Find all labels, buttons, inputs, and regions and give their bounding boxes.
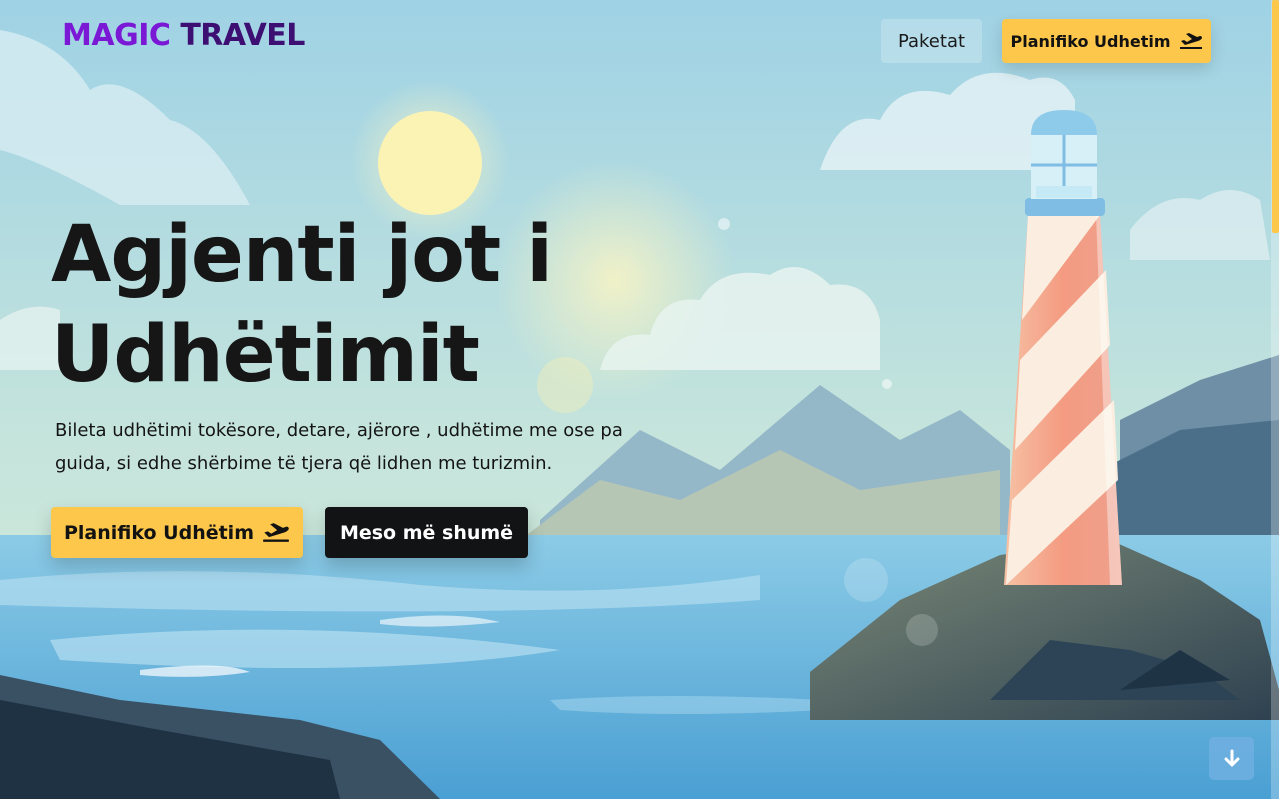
plane-departure-icon: [1179, 33, 1202, 49]
arrow-down-icon: [1224, 749, 1239, 766]
logo-word-travel: TRAVEL: [180, 18, 305, 53]
hero-description-line2: guida, si edhe shërbime të tjera që lidh…: [55, 453, 553, 474]
hero-title-line2: Udhëtimit: [51, 310, 480, 400]
nav-packages-label: Paketat: [897, 30, 966, 52]
nav-packages-link[interactable]: Paketat: [881, 19, 982, 63]
hero-title-line1: Agjenti jot i: [51, 210, 553, 300]
scroll-down-button[interactable]: [1209, 737, 1254, 780]
hero-description: Bileta udhëtimi tokësore, detare, ajëror…: [55, 414, 655, 480]
nav-plan-trip-label: Planifiko Udhetim: [1010, 31, 1171, 51]
hero-plan-trip-button[interactable]: Planifiko Udhëtim: [51, 507, 303, 558]
plane-departure-icon: [263, 523, 289, 542]
site-logo[interactable]: MAGIC TRAVEL: [62, 18, 305, 53]
logo-word-magic: MAGIC: [62, 18, 171, 53]
learn-more-label: Meso më shumë: [339, 521, 514, 544]
nav-plan-trip-button[interactable]: Planifiko Udhetim: [1002, 19, 1211, 63]
site-header: MAGIC TRAVEL Paketat Planifiko Udhetim: [0, 0, 1279, 80]
hero-plan-trip-label: Planifiko Udhëtim: [63, 521, 254, 544]
learn-more-button[interactable]: Meso më shumë: [325, 507, 528, 558]
hero-title: Agjenti jot i Udhëtimit: [51, 205, 651, 405]
page-scrollbar-thumb[interactable]: [1272, 0, 1279, 233]
hero-description-line1: Bileta udhëtimi tokësore, detare, ajëror…: [55, 420, 623, 441]
